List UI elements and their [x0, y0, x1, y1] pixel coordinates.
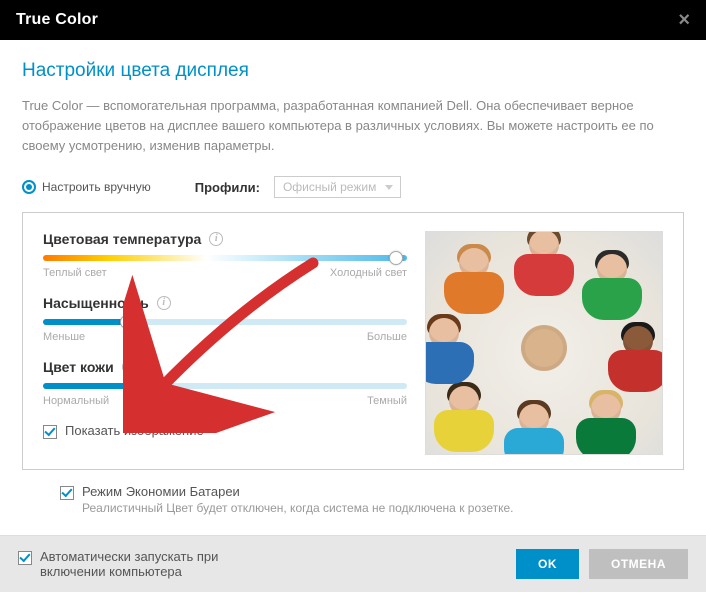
- checkbox-icon: [43, 425, 57, 439]
- temperature-left-label: Теплый свет: [43, 267, 107, 279]
- skin-block: Цвет кожи i Нормальный Темный: [43, 359, 407, 407]
- battery-title: Режим Экономии Батареи: [82, 484, 514, 499]
- titlebar: True Color ×: [0, 0, 706, 40]
- sliders-column: Цветовая температура i Теплый свет Холод…: [43, 231, 407, 455]
- skin-right-label: Темный: [367, 395, 407, 407]
- manual-tune-label: Настроить вручную: [42, 180, 151, 194]
- show-image-checkbox[interactable]: Показать изображение: [43, 423, 407, 439]
- skin-slider[interactable]: [43, 383, 407, 389]
- manual-tune-radio[interactable]: Настроить вручную: [22, 180, 151, 194]
- preview-image: [425, 231, 663, 455]
- checkbox-icon: [60, 486, 74, 500]
- profiles-select[interactable]: Офисный режим: [274, 176, 401, 198]
- profiles-label: Профили:: [195, 180, 260, 195]
- page-title: Настройки цвета дисплея: [22, 60, 684, 82]
- saturation-right-label: Больше: [367, 331, 407, 343]
- battery-row: Режим Экономии Батареи Реалистичный Цвет…: [60, 484, 684, 515]
- saturation-left-label: Меньше: [43, 331, 85, 343]
- saturation-title: Насыщенность: [43, 295, 149, 311]
- sliders-panel: Цветовая температура i Теплый свет Холод…: [22, 212, 684, 470]
- content-area: Настройки цвета дисплея True Color — всп…: [0, 40, 706, 535]
- checkbox-icon: [18, 551, 32, 565]
- skin-title: Цвет кожи: [43, 359, 114, 375]
- info-icon[interactable]: i: [209, 232, 223, 246]
- skin-left-label: Нормальный: [43, 395, 109, 407]
- close-icon[interactable]: ×: [678, 9, 690, 32]
- autostart-label: Автоматически запускать при включении ко…: [40, 549, 278, 579]
- slider-fill: [43, 319, 127, 325]
- slider-thumb[interactable]: [389, 251, 403, 265]
- battery-sub: Реалистичный Цвет будет отключен, когда …: [82, 501, 514, 515]
- show-image-label: Показать изображение: [65, 423, 204, 438]
- info-icon[interactable]: i: [157, 296, 171, 310]
- saturation-block: Насыщенность i Меньше Больше: [43, 295, 407, 343]
- slider-thumb[interactable]: [134, 379, 148, 393]
- slider-fill: [43, 383, 141, 389]
- temperature-right-label: Холодный свет: [330, 267, 407, 279]
- app-title: True Color: [16, 11, 98, 29]
- slider-thumb[interactable]: [120, 315, 134, 329]
- temperature-block: Цветовая температура i Теплый свет Холод…: [43, 231, 407, 279]
- footer: Автоматически запускать при включении ко…: [0, 535, 706, 592]
- radio-icon: [22, 180, 36, 194]
- ok-button[interactable]: OK: [516, 549, 579, 579]
- autostart-checkbox[interactable]: Автоматически запускать при включении ко…: [18, 549, 278, 579]
- info-icon[interactable]: i: [122, 360, 136, 374]
- mode-row: Настроить вручную Профили: Офисный режим: [22, 176, 684, 198]
- saturation-slider[interactable]: [43, 319, 407, 325]
- page-description: True Color — вспомогательная программа, …: [22, 96, 684, 156]
- battery-checkbox[interactable]: Режим Экономии Батареи Реалистичный Цвет…: [60, 484, 684, 515]
- temperature-slider[interactable]: [43, 255, 407, 261]
- temperature-title: Цветовая температура: [43, 231, 201, 247]
- cancel-button[interactable]: ОТМЕНА: [589, 549, 688, 579]
